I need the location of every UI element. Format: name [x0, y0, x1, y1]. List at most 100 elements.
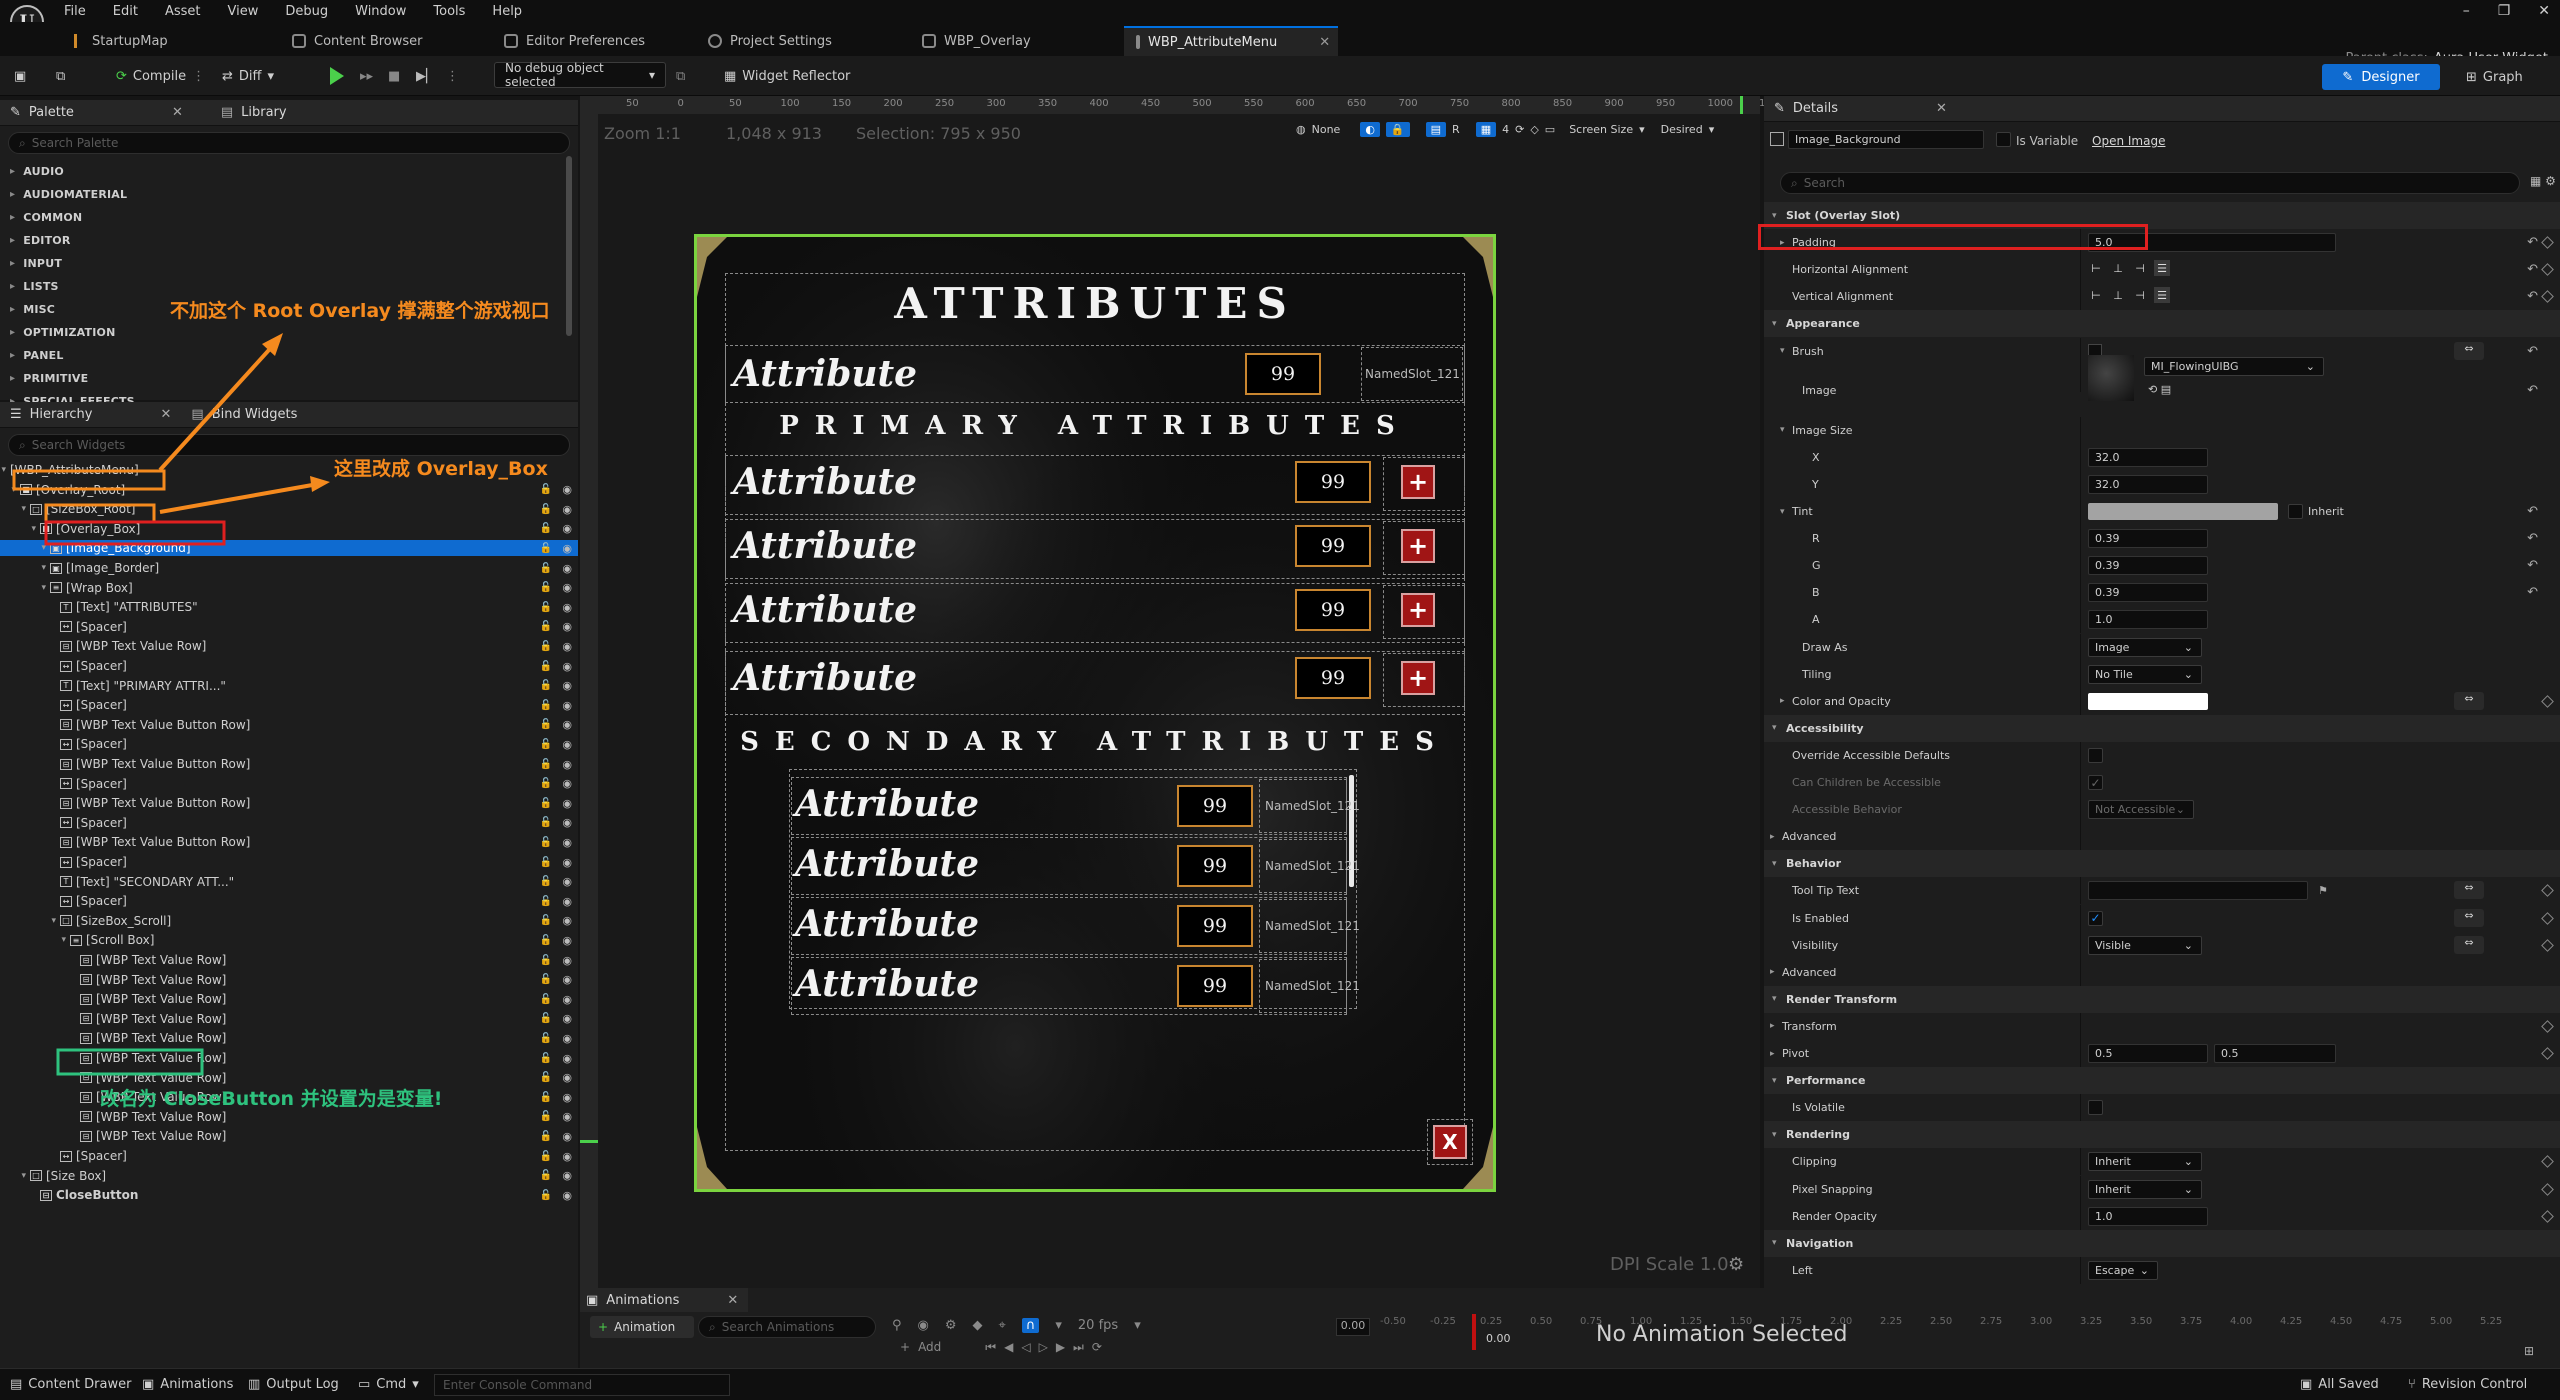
- close-tab-icon[interactable]: ✕: [1319, 35, 1330, 50]
- reset-icon[interactable]: ↶: [2527, 531, 2538, 546]
- tooltip-text-input[interactable]: [2088, 881, 2308, 901]
- reset-icon[interactable]: ↶: [2527, 235, 2538, 250]
- magnet-icon[interactable]: ∩: [1021, 1318, 1040, 1333]
- desired-size-select[interactable]: Desired: [1661, 123, 1703, 136]
- align-option-icon[interactable]: ⊥: [2110, 287, 2126, 303]
- step-back-icon[interactable]: ◀: [1004, 1340, 1013, 1355]
- property-value-field[interactable]: Inherit ⌄: [2088, 1152, 2202, 1172]
- close-icon[interactable]: ✕: [1936, 101, 1947, 116]
- browse-asset-icon[interactable]: ⟲ ▤: [2148, 383, 2171, 396]
- property-row-appearance[interactable]: ▾ Appearance: [1764, 310, 2560, 338]
- chevron-icon[interactable]: ▾: [1772, 859, 1777, 869]
- property-value-field[interactable]: Image ⌄: [2088, 637, 2202, 657]
- chevron-icon[interactable]: ▾: [1772, 1076, 1777, 1086]
- toggle-icon[interactable]: ◐: [1360, 122, 1380, 137]
- graph-mode-button[interactable]: ⊞ Graph: [2466, 64, 2523, 90]
- property-row-render-transform[interactable]: ▾ Render Transform: [1764, 985, 2560, 1013]
- align-option-icon[interactable]: ⊣: [2132, 260, 2148, 276]
- keyframe-diamond-icon[interactable]: [2541, 694, 2554, 708]
- marker-icon[interactable]: ⌖: [999, 1318, 1006, 1333]
- loop-icon[interactable]: ⟳: [1092, 1340, 1102, 1355]
- property-value-field[interactable]: No Tile ⌄: [2088, 664, 2202, 684]
- reset-icon[interactable]: ↶: [2527, 289, 2538, 304]
- color-opacity-swatch[interactable]: [2088, 692, 2208, 710]
- chevron-icon[interactable]: ▸: [1770, 832, 1775, 842]
- details-tab[interactable]: Details: [1793, 101, 1838, 116]
- chevron-icon[interactable]: ▸: [1770, 1049, 1775, 1059]
- add-attribute-point-button[interactable]: +: [1401, 465, 1435, 499]
- preview-none[interactable]: None: [1312, 123, 1341, 136]
- align-option-icon[interactable]: ⊢: [2088, 260, 2104, 276]
- play-icon[interactable]: ▷: [1039, 1340, 1048, 1355]
- property-checkbox[interactable]: [2088, 1100, 2103, 1116]
- property-value-field[interactable]: 0.5: [2088, 1044, 2208, 1063]
- maximize-icon[interactable]: ❐: [2498, 3, 2511, 19]
- revision-control-button[interactable]: ⑂ Revision Control: [2408, 1377, 2527, 1392]
- chevron-icon[interactable]: ▾: [1772, 319, 1777, 329]
- skip-end-icon[interactable]: ⏭: [1073, 1340, 1084, 1355]
- eye-icon[interactable]: ◉: [918, 1318, 929, 1333]
- cmd-select[interactable]: ▭ Cmd ▾: [358, 1377, 419, 1392]
- diamond-icon[interactable]: ◆: [973, 1318, 983, 1333]
- reset-icon[interactable]: ↶: [2527, 344, 2538, 359]
- reset-icon[interactable]: ↶: [2527, 383, 2538, 398]
- content-drawer-button[interactable]: ▤ Content Drawer: [10, 1377, 131, 1392]
- fps-select[interactable]: 20 fps: [1078, 1318, 1118, 1333]
- inherit-checkbox[interactable]: [2288, 504, 2303, 519]
- grid-snap-icon[interactable]: ▦: [1475, 122, 1497, 137]
- refresh-toggle[interactable]: R: [1452, 123, 1460, 136]
- property-checkbox[interactable]: ✓: [2088, 910, 2103, 926]
- animations-tab[interactable]: Animations: [606, 1293, 679, 1308]
- link-icon[interactable]: ⇔: [2454, 691, 2484, 710]
- property-value-field[interactable]: Escape ⌄: [2088, 1260, 2158, 1280]
- add-attribute-point-button[interactable]: +: [1401, 661, 1435, 695]
- reset-icon[interactable]: ↶: [2527, 504, 2538, 519]
- rotate-icon[interactable]: ⟳: [1515, 123, 1524, 136]
- align-option-icon[interactable]: ⊢: [2088, 287, 2104, 303]
- chevron-icon[interactable]: ▸: [1770, 1021, 1775, 1031]
- close-button[interactable]: X: [1433, 1125, 1467, 1159]
- property-value-field[interactable]: 1.0: [2088, 1206, 2208, 1226]
- image-asset-select[interactable]: MI_FlowingUIBG ⌄: [2144, 356, 2324, 376]
- keyframe-diamond-icon[interactable]: [2541, 1182, 2554, 1196]
- link-icon[interactable]: ⇔: [2454, 908, 2484, 927]
- reset-icon[interactable]: ↶: [2527, 585, 2538, 600]
- property-row-behavior[interactable]: ▾ Behavior: [1764, 850, 2560, 878]
- property-checkbox[interactable]: ✓: [2088, 775, 2103, 790]
- grid-size[interactable]: 4: [1502, 123, 1509, 136]
- chevron-icon[interactable]: ▾: [1780, 507, 1785, 517]
- details-search-input[interactable]: ⌕ Search: [1780, 172, 2520, 194]
- rotation-snap-icon[interactable]: ◇: [1530, 123, 1538, 136]
- saved-status[interactable]: ▣ All Saved: [2300, 1377, 2379, 1392]
- keyframe-diamond-icon[interactable]: [2541, 911, 2554, 925]
- add-animation-button[interactable]: + Animation: [590, 1316, 694, 1338]
- property-value-field[interactable]: 1.0: [2088, 610, 2208, 630]
- property-row-accessibility[interactable]: ▾ Accessibility: [1764, 714, 2560, 742]
- property-row-performance[interactable]: ▾ Performance: [1764, 1067, 2560, 1095]
- close-window-icon[interactable]: ✕: [2538, 3, 2550, 19]
- align-option-icon[interactable]: ⊣: [2132, 287, 2148, 303]
- add-attribute-point-button[interactable]: +: [1401, 529, 1435, 563]
- keyframe-diamond-icon[interactable]: [2541, 236, 2554, 249]
- chevron-icon[interactable]: ▾: [1772, 994, 1777, 1004]
- designer-mode-button[interactable]: ✎ Designer: [2322, 64, 2440, 90]
- align-option-icon[interactable]: ☰: [2154, 287, 2170, 304]
- keyframe-diamond-icon[interactable]: [2541, 263, 2554, 277]
- tint-color-swatch[interactable]: [2088, 503, 2278, 520]
- chevron-icon[interactable]: ▸: [1780, 696, 1785, 706]
- play-reverse-icon[interactable]: ◁: [1021, 1340, 1030, 1355]
- screen-size-select[interactable]: Screen Size: [1569, 123, 1633, 136]
- property-value-field[interactable]: 32.0: [2088, 447, 2208, 467]
- skip-start-icon[interactable]: ⏮: [985, 1340, 996, 1355]
- property-row-rendering[interactable]: ▾ Rendering: [1764, 1121, 2560, 1149]
- chevron-icon[interactable]: ▸: [1770, 967, 1775, 977]
- animations-drawer-button[interactable]: ▣ Animations: [142, 1377, 233, 1392]
- snap-icon[interactable]: ⚙: [945, 1318, 957, 1333]
- property-value-field[interactable]: Visible ⌄: [2088, 935, 2202, 955]
- chevron-icon[interactable]: ▾: [1772, 1130, 1777, 1140]
- reset-icon[interactable]: ↶: [2527, 262, 2538, 277]
- property-checkbox[interactable]: [2088, 747, 2103, 763]
- add-track-label[interactable]: Add: [918, 1340, 941, 1355]
- property-value-field[interactable]: 0.39: [2088, 556, 2208, 576]
- open-image-link[interactable]: Open Image: [2092, 134, 2165, 148]
